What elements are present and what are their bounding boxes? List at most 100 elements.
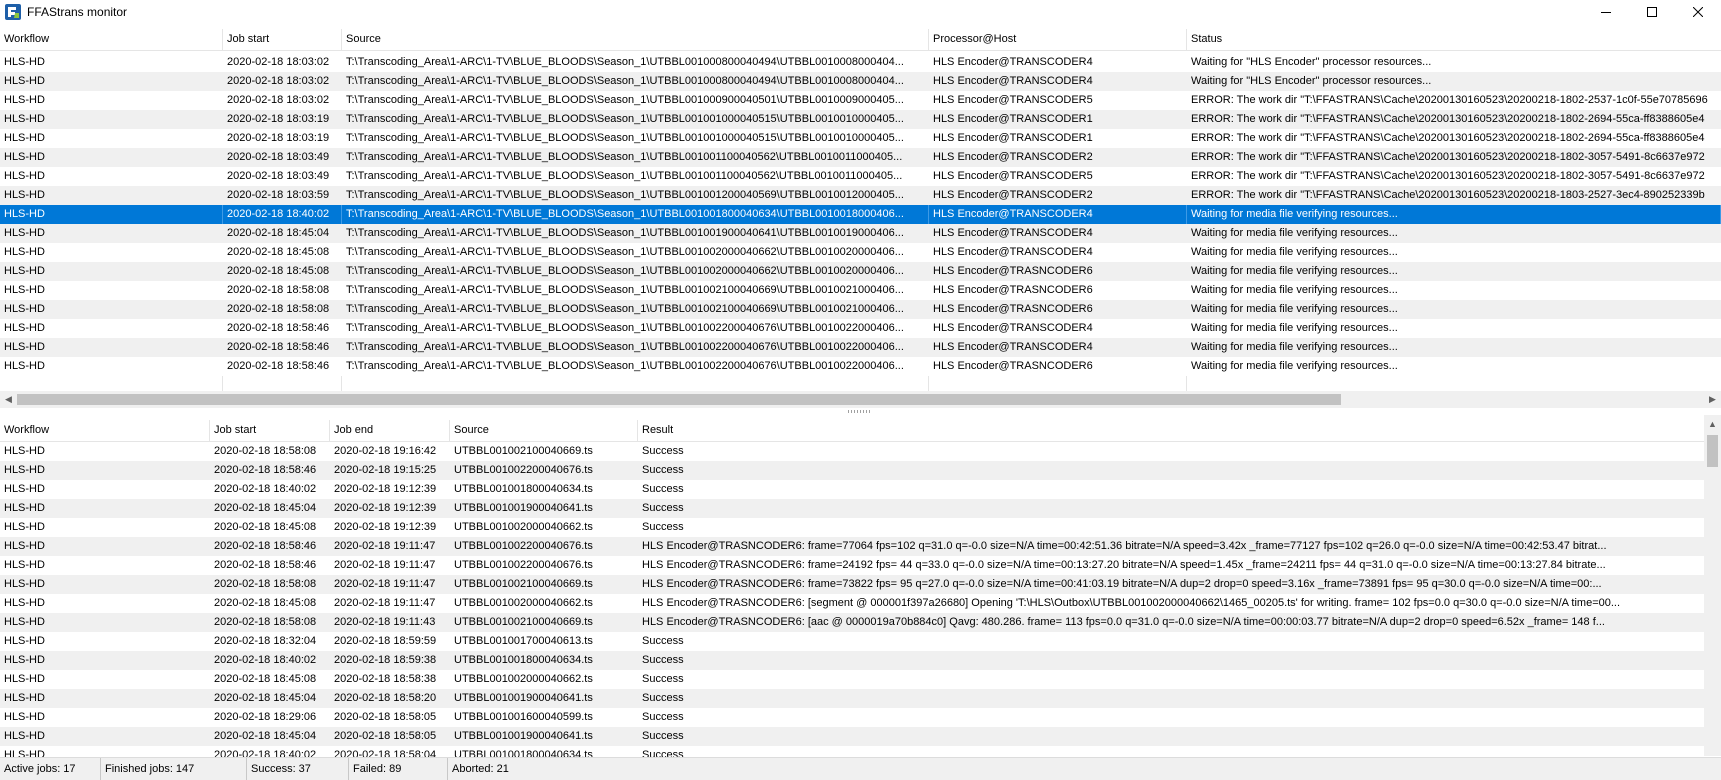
chevron-left-icon[interactable]: ◀ xyxy=(0,391,17,408)
finished-col-source[interactable]: Source xyxy=(450,420,638,441)
active-job-status-cell: Waiting for media file verifying resourc… xyxy=(1191,246,1398,258)
finished-job-job-start-cell: 2020-02-18 18:40:02 xyxy=(214,654,317,666)
finished-col-job-end[interactable]: Job end xyxy=(330,420,450,441)
close-button[interactable] xyxy=(1675,0,1721,24)
finished-job-row[interactable]: HLS-HD 2020-02-18 18:45:08 2020-02-18 19:1… xyxy=(0,594,1704,613)
chevron-up-icon[interactable]: ▲ xyxy=(1704,415,1721,432)
finished-job-job-start-cell: 2020-02-18 18:58:08 xyxy=(214,445,317,457)
finished-job-row[interactable]: HLS-HD 2020-02-18 18:45:08 2020-02-18 18:5… xyxy=(0,670,1704,689)
finished-job-workflow-cell: HLS-HD xyxy=(4,559,45,571)
finished-job-result-cell: Success xyxy=(642,749,684,757)
active-job-status-cell: ERROR: The work dir "T:\FFASTRANS\Cache\… xyxy=(1191,94,1708,106)
active-job-row[interactable]: HLS-HD 2020-02-18 18:45:08 T:\Transcoding_… xyxy=(0,243,1721,262)
finished-job-row[interactable]: HLS-HD 2020-02-18 18:58:46 2020-02-18 19:1… xyxy=(0,461,1704,480)
finished-job-job-end-cell: 2020-02-18 18:59:38 xyxy=(334,654,437,666)
active-job-row[interactable]: HLS-HD 2020-02-18 18:58:46 T:\Transcoding_… xyxy=(0,357,1721,376)
finished-job-row[interactable]: HLS-HD 2020-02-18 18:32:04 2020-02-18 18:5… xyxy=(0,632,1704,651)
minimize-icon xyxy=(1601,12,1611,13)
finished-jobs-vscrollbar[interactable]: ▲ xyxy=(1704,415,1721,756)
finished-job-row[interactable]: HLS-HD 2020-02-18 18:29:06 2020-02-18 18:5… xyxy=(0,708,1704,727)
finished-job-row[interactable]: HLS-HD 2020-02-18 18:40:02 2020-02-18 18:5… xyxy=(0,746,1704,757)
active-job-row[interactable]: HLS-HD 2020-02-18 18:03:19 T:\Transcoding_… xyxy=(0,129,1721,148)
pane-splitter[interactable] xyxy=(0,408,1721,415)
active-job-row[interactable]: HLS-HD 2020-02-18 18:45:08 T:\Transcoding_… xyxy=(0,262,1721,281)
status-failed: Failed: 89 xyxy=(349,758,448,780)
finished-job-job-start-cell: 2020-02-18 18:40:02 xyxy=(214,483,317,495)
active-gridline xyxy=(928,376,929,391)
finished-job-row[interactable]: HLS-HD 2020-02-18 18:45:04 2020-02-18 18:5… xyxy=(0,727,1704,746)
finished-job-row[interactable]: HLS-HD 2020-02-18 18:45:04 2020-02-18 18:5… xyxy=(0,689,1704,708)
finished-job-job-start-cell: 2020-02-18 18:45:04 xyxy=(214,502,317,514)
active-job-status-cell: ERROR: The work dir "T:\FFASTRANS\Cache\… xyxy=(1191,151,1705,163)
active-job-status-cell: Waiting for media file verifying resourc… xyxy=(1191,360,1398,372)
active-job-processor-cell: HLS Encoder@TRANSCODER4 xyxy=(933,246,1093,258)
active-job-row[interactable]: HLS-HD 2020-02-18 18:58:08 T:\Transcoding_… xyxy=(0,281,1721,300)
finished-col-workflow[interactable]: Workflow xyxy=(0,420,210,441)
finished-col-job-start[interactable]: Job start xyxy=(210,420,330,441)
finished-job-result-cell: Success xyxy=(642,730,684,742)
chevron-right-icon[interactable]: ▶ xyxy=(1704,391,1721,408)
active-col-processor[interactable]: Processor@Host xyxy=(929,29,1187,50)
active-jobs-list[interactable]: HLS-HD 2020-02-18 18:03:02 T:\Transcoding_… xyxy=(0,53,1721,376)
finished-job-workflow-cell: HLS-HD xyxy=(4,521,45,533)
active-job-row[interactable]: HLS-HD 2020-02-18 18:03:49 T:\Transcoding_… xyxy=(0,148,1721,167)
active-job-processor-cell: HLS Encoder@TRANSCODER4 xyxy=(933,227,1093,239)
finished-job-source-cell: UTBBL001001700040613.ts xyxy=(454,635,593,647)
active-job-row[interactable]: HLS-HD 2020-02-18 18:58:46 T:\Transcoding_… xyxy=(0,338,1721,357)
active-job-row[interactable]: HLS-HD 2020-02-18 18:03:02 T:\Transcoding_… xyxy=(0,53,1721,72)
finished-job-row[interactable]: HLS-HD 2020-02-18 18:58:08 2020-02-18 19:1… xyxy=(0,613,1704,632)
minimize-button[interactable] xyxy=(1583,0,1629,24)
finished-job-result-cell: HLS Encoder@TRASNCODER6: frame=77064 fps… xyxy=(642,540,1607,552)
finished-job-row[interactable]: HLS-HD 2020-02-18 18:40:02 2020-02-18 19:1… xyxy=(0,480,1704,499)
active-job-row[interactable]: HLS-HD 2020-02-18 18:03:49 T:\Transcoding_… xyxy=(0,167,1721,186)
finished-job-result-cell: HLS Encoder@TRASNCODER6: [aac @ 0000019a… xyxy=(642,616,1605,628)
active-job-row[interactable]: HLS-HD 2020-02-18 18:58:46 T:\Transcoding_… xyxy=(0,319,1721,338)
active-col-source[interactable]: Source xyxy=(342,29,929,50)
active-job-row[interactable]: HLS-HD 2020-02-18 18:40:02 T:\Transcoding_… xyxy=(0,205,1721,224)
finished-job-result-cell: Success xyxy=(642,673,684,685)
finished-job-source-cell: UTBBL001001600040599.ts xyxy=(454,711,593,723)
finished-job-row[interactable]: HLS-HD 2020-02-18 18:45:04 2020-02-18 19:1… xyxy=(0,499,1704,518)
active-job-processor-cell: HLS Encoder@TRASNCODER6 xyxy=(933,360,1093,372)
finished-job-row[interactable]: HLS-HD 2020-02-18 18:58:08 2020-02-18 19:1… xyxy=(0,575,1704,594)
splitter-grip[interactable] xyxy=(848,410,872,413)
finished-jobs-list[interactable]: HLS-HD 2020-02-18 18:58:08 2020-02-18 19:1… xyxy=(0,442,1704,757)
finished-job-row[interactable]: HLS-HD 2020-02-18 18:58:08 2020-02-18 19:1… xyxy=(0,442,1704,461)
active-job-row[interactable]: HLS-HD 2020-02-18 18:58:08 T:\Transcoding_… xyxy=(0,300,1721,319)
vscroll-thumb[interactable] xyxy=(1707,435,1718,467)
finished-job-row[interactable]: HLS-HD 2020-02-18 18:58:46 2020-02-18 19:1… xyxy=(0,537,1704,556)
finished-job-workflow-cell: HLS-HD xyxy=(4,464,45,476)
active-col-workflow[interactable]: Workflow xyxy=(0,29,223,50)
active-col-job-start[interactable]: Job start xyxy=(223,29,342,50)
active-job-job-start-cell: 2020-02-18 18:40:02 xyxy=(223,205,342,224)
active-job-source-cell: T:\Transcoding_Area\1-ARC\1-TV\BLUE_BLOO… xyxy=(346,265,904,277)
finished-job-row[interactable]: HLS-HD 2020-02-18 18:40:02 2020-02-18 18:5… xyxy=(0,651,1704,670)
active-job-source-cell: T:\Transcoding_Area\1-ARC\1-TV\BLUE_BLOO… xyxy=(346,94,904,106)
active-job-processor-cell: HLS Encoder@TRANSCODER5 xyxy=(933,170,1093,182)
finished-job-row[interactable]: HLS-HD 2020-02-18 18:58:46 2020-02-18 19:1… xyxy=(0,556,1704,575)
status-active-jobs: Active jobs: 17 xyxy=(0,758,101,780)
finished-job-row[interactable]: HLS-HD 2020-02-18 18:45:08 2020-02-18 19:1… xyxy=(0,518,1704,537)
finished-job-job-start-cell: 2020-02-18 18:32:04 xyxy=(214,635,317,647)
hscroll-thumb[interactable] xyxy=(17,394,1341,405)
active-job-row[interactable]: HLS-HD 2020-02-18 18:03:59 T:\Transcoding_… xyxy=(0,186,1721,205)
ffastrans-app-icon xyxy=(5,4,21,20)
active-jobs-hscrollbar[interactable]: ◀ ▶ xyxy=(0,391,1721,408)
active-job-row[interactable]: HLS-HD 2020-02-18 18:03:02 T:\Transcoding_… xyxy=(0,72,1721,91)
finished-job-result-cell: Success xyxy=(642,711,684,723)
active-col-status[interactable]: Status xyxy=(1187,29,1721,50)
finished-job-result-cell: Success xyxy=(642,692,684,704)
active-job-processor-cell: HLS Encoder@TRASNCODER6 xyxy=(933,265,1093,277)
active-job-workflow-cell: HLS-HD xyxy=(4,341,45,353)
finished-col-result[interactable]: Result xyxy=(638,420,1704,441)
active-job-job-start-cell: 2020-02-18 18:03:02 xyxy=(227,56,330,68)
active-job-row[interactable]: HLS-HD 2020-02-18 18:03:19 T:\Transcoding_… xyxy=(0,110,1721,129)
active-job-row[interactable]: HLS-HD 2020-02-18 18:45:04 T:\Transcoding_… xyxy=(0,224,1721,243)
active-job-row[interactable]: HLS-HD 2020-02-18 18:03:02 T:\Transcoding_… xyxy=(0,91,1721,110)
active-job-workflow-cell: HLS-HD xyxy=(4,265,45,277)
finished-job-source-cell: UTBBL001001800040634.ts xyxy=(454,749,593,757)
finished-job-source-cell: UTBBL001001800040634.ts xyxy=(454,483,593,495)
active-job-job-start-cell: 2020-02-18 18:03:49 xyxy=(227,151,330,163)
active-job-status-cell: Waiting for "HLS Encoder" processor reso… xyxy=(1191,56,1432,68)
maximize-button[interactable] xyxy=(1629,0,1675,24)
